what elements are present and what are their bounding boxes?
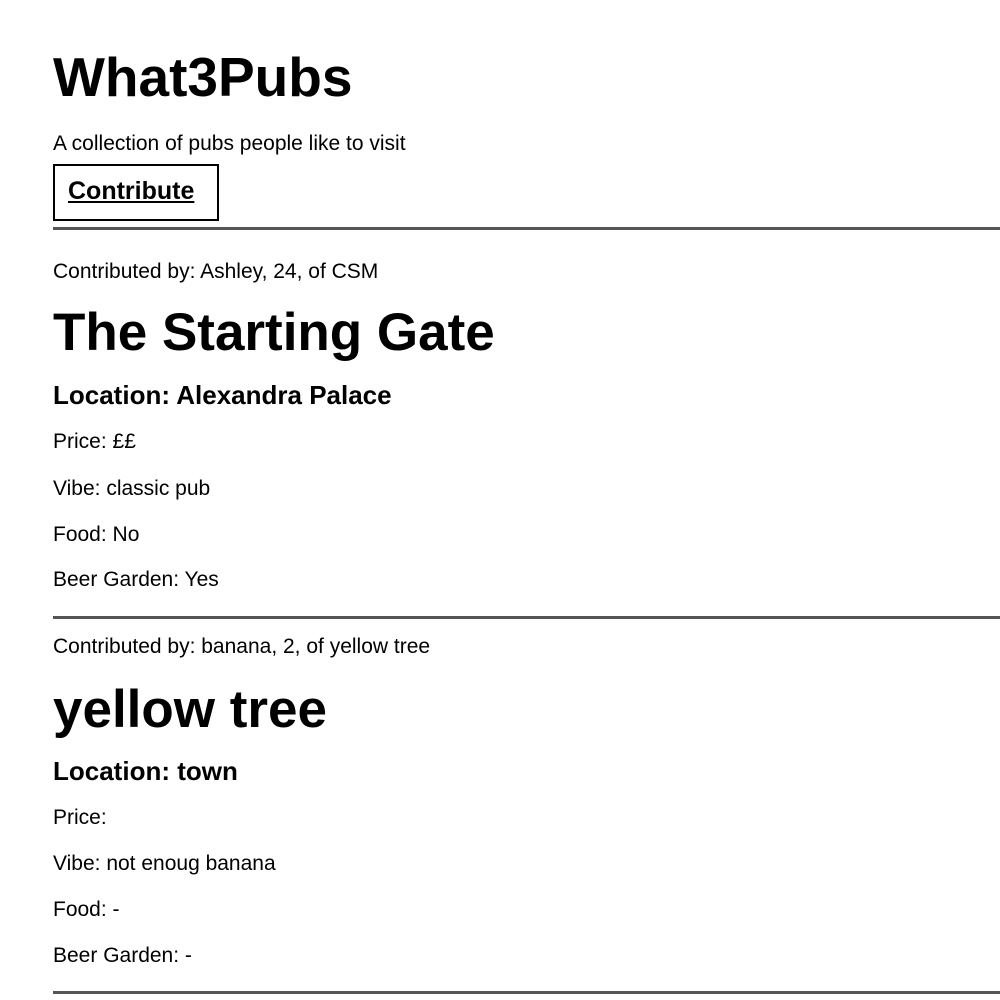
pub-location: Location: town [53,756,238,786]
pub-beer-garden: Beer Garden: - [53,944,192,967]
contribute-button[interactable]: Contribute [53,164,219,221]
page: What3Pubs A collection of pubs people li… [0,0,1000,1000]
contributed-by: Contributed by: banana, 2, of yellow tre… [53,635,431,658]
contribute-link[interactable]: Contribute [68,176,194,206]
divider [53,616,1000,619]
pub-price: Price: ££ [53,430,136,453]
pub-name: yellow tree [53,680,327,739]
site-title: What3Pubs [53,46,353,108]
pub-vibe: Vibe: not enoug banana [53,852,276,875]
divider [53,991,1000,994]
pub-vibe: Vibe: classic pub [53,477,211,500]
pub-name: The Starting Gate [53,303,495,362]
pub-beer-garden: Beer Garden: Yes [53,568,219,591]
contributed-by: Contributed by: Ashley, 24, of CSM [53,260,379,283]
pub-food: Food: - [53,898,120,921]
pub-price: Price: [53,806,107,829]
pub-food: Food: No [53,523,140,546]
divider [53,227,1000,230]
pub-location: Location: Alexandra Palace [53,380,392,410]
site-tagline: A collection of pubs people like to visi… [53,132,406,155]
